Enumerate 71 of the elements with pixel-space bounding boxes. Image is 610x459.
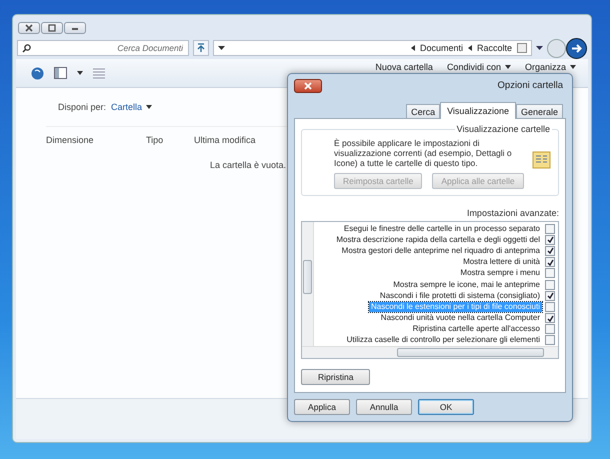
dialog-button[interactable]: Annulla [356, 399, 412, 415]
refresh-button[interactable] [193, 40, 209, 56]
setting-label[interactable]: Mostra descrizione rapida della cartella e degli oggetti del [334, 234, 542, 245]
group-title: Visualizzazione cartelle [454, 124, 552, 134]
folder-view-icon [532, 150, 552, 170]
chevron-icon [468, 45, 472, 51]
breadcrumb-item[interactable]: Raccolte [476, 43, 512, 53]
setting-label[interactable]: Nascondi i file protetti di sistema (consigliato) [378, 290, 542, 301]
column-header[interactable]: Ultima modifica [194, 135, 256, 145]
tab[interactable]: Cerca [406, 104, 440, 118]
empty-folder-message: La cartella è vuota. [210, 160, 286, 170]
scroll-thumb[interactable] [397, 348, 544, 357]
vertical-scrollbar[interactable] [302, 222, 314, 346]
tab[interactable]: Visualizzazione [440, 102, 516, 119]
column-header[interactable]: Dimensione [46, 135, 146, 145]
column-header[interactable]: Tipo [146, 135, 194, 145]
back-button-icon[interactable] [566, 38, 587, 58]
dialog-button[interactable]: Applica [294, 399, 350, 415]
maximize-button[interactable] [41, 22, 63, 34]
breadcrumb-item[interactable]: Documenti [420, 43, 463, 53]
address-bar[interactable]: Documenti Raccolte [213, 40, 532, 56]
restore-defaults-button[interactable]: Ripristina [301, 369, 370, 385]
close-icon [24, 24, 34, 32]
toolbar-button[interactable]: Condividi con [446, 62, 511, 72]
group-description: È possibile applicare le impostazioni di visualizzazione correnti (ad esempio, Dettagli o Icone) a tutte le cartelle di questo tipo. [334, 138, 513, 168]
folder-icon [517, 43, 527, 53]
setting-label[interactable]: Ripristina cartelle aperte all'accesso [410, 324, 542, 334]
checkbox[interactable] [545, 224, 555, 234]
checkbox[interactable] [545, 246, 555, 256]
search-field[interactable]: Cerca Documenti [17, 40, 189, 56]
horizontal-scrollbar[interactable] [302, 346, 558, 358]
setting-label[interactable]: Mostra sempre i menu [458, 268, 542, 278]
checkbox[interactable] [545, 313, 555, 324]
checkbox[interactable] [545, 324, 555, 334]
dialog-title: Opzioni cartella [498, 80, 563, 91]
close-icon [303, 82, 313, 90]
dialog-button[interactable]: OK [418, 399, 474, 415]
checkbox[interactable] [545, 257, 555, 268]
setting-label[interactable]: Nascondi unità vuote nella cartella Computer [378, 313, 542, 324]
minimize-button[interactable] [64, 22, 86, 34]
close-button[interactable] [294, 78, 322, 92]
checkbox[interactable] [545, 290, 555, 301]
checkbox[interactable] [545, 234, 555, 245]
setting-label[interactable]: Mostra sempre le icone, mai le anteprime [391, 280, 542, 290]
view-list-icon[interactable] [93, 68, 105, 78]
scroll-thumb[interactable] [303, 260, 312, 294]
help-icon[interactable] [31, 66, 44, 80]
dropdown-arrow-icon [146, 105, 152, 109]
checkbox[interactable] [545, 268, 555, 278]
setting-label[interactable]: Mostra lettere di unità [461, 257, 542, 268]
chevron-icon [410, 45, 415, 51]
checkbox[interactable] [545, 302, 555, 312]
dropdown-arrow-icon[interactable] [77, 71, 83, 75]
recent-pages-arrow-icon[interactable] [536, 46, 543, 50]
dropdown-arrow-icon [218, 46, 225, 50]
maximize-icon [47, 24, 57, 32]
arrange-dropdown[interactable]: Cartella [111, 102, 152, 112]
arrange-label: Disponi per: [58, 102, 106, 112]
checkbox[interactable] [545, 335, 555, 346]
checkbox[interactable] [545, 280, 555, 290]
tab[interactable]: Generale [516, 104, 563, 118]
setting-label[interactable]: Mostra gestori delle anteprime nel riquadro di anteprima [340, 246, 542, 256]
toolbar-button[interactable]: Nuova cartella [375, 62, 433, 72]
preview-pane-icon[interactable] [54, 67, 67, 79]
dropdown-arrow-icon [570, 65, 576, 69]
close-button[interactable] [18, 22, 40, 34]
toolbar-button[interactable]: Organizza [524, 62, 576, 72]
setting-label[interactable]: Esegui le finestre delle cartelle in un processo separato [342, 224, 542, 234]
setting-label[interactable]: Utilizza caselle di controllo per selezionare gli elementi [344, 335, 542, 346]
dropdown-arrow-icon [504, 65, 511, 69]
advanced-settings-label: Impostazioni avanzate: [466, 208, 559, 218]
